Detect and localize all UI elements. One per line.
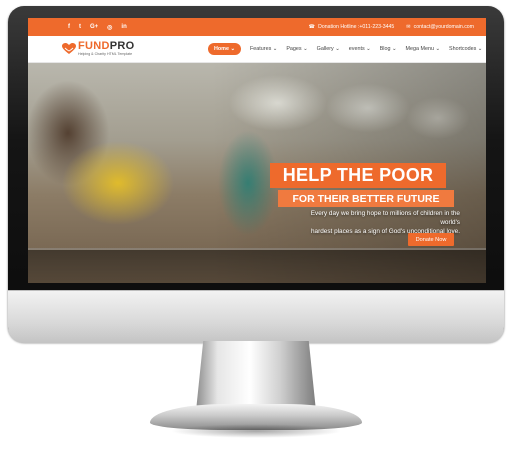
contact-info: ☎ Donation Hotline :+011-223-3445 ✉ cont… [309,18,474,36]
chevron-down-icon: ⌄ [303,46,308,52]
instagram-icon[interactable]: ◎ [107,24,112,31]
phone-icon: ☎ [308,24,316,30]
chevron-down-icon: ⌄ [391,46,397,52]
chevron-down-icon: ⌄ [366,46,371,52]
nav-label: Pages [286,46,302,52]
nav-item-gallery[interactable]: Gallery ⌄ [317,46,340,52]
nav-label: Home [214,46,229,52]
monitor-stand [196,341,316,411]
nav-item-features[interactable]: Features ⌄ [250,46,277,52]
nav-label: Shortcodes [449,46,477,52]
hero-description-line: Every day we bring hope to millions of c… [310,210,460,226]
nav-label: Gallery [316,46,334,52]
chevron-down-icon: ⌄ [335,46,340,52]
nav-item-mega-menu[interactable]: Mega Menu ⌄ [406,46,441,52]
nav-item-events[interactable]: events ⌄ [349,46,371,52]
email[interactable]: ✉ contact@yourdomain.com [406,24,474,30]
twitter-icon[interactable]: t [79,24,81,30]
chevron-down-icon: ⌄ [477,46,483,52]
linkedin-icon[interactable]: in [121,24,126,30]
hero-slider: HELP THE POOR FOR THEIR BETTER FUTURE Ev… [28,63,486,283]
chevron-down-icon: ⌄ [435,46,441,52]
nav-label: Features [250,46,272,52]
brand-tagline: Helping & Charity HTML Template [78,52,133,56]
monitor-shadow [170,424,342,438]
website-screen: f t G+ ◎ in ☎ Donation Hotline :+011-223… [28,18,486,283]
brand-name: FUNDPRO [78,40,135,52]
hero-subtitle: FOR THEIR BETTER FUTURE [278,190,454,207]
facebook-icon[interactable]: f [68,24,70,30]
nav-menu: Home ⌄ Features ⌄ Pages ⌄ Gallery ⌄ even… [208,36,482,62]
heart-hands-icon [62,43,76,54]
chevron-down-icon: ⌄ [230,46,236,52]
donate-now-button[interactable]: Donate Now [408,233,454,246]
hero-photo-strip [28,248,486,283]
hero-description: Every day we bring hope to millions of c… [290,209,460,236]
nav-item-blog[interactable]: Blog ⌄ [380,46,397,52]
nav-item-pages[interactable]: Pages ⌄ [286,46,307,52]
nav-label: events [348,46,365,52]
social-links: f t G+ ◎ in [68,18,127,36]
top-bar: f t G+ ◎ in ☎ Donation Hotline :+011-223… [28,18,486,36]
brand-main: FUND [78,40,110,52]
hotline: ☎ Donation Hotline :+011-223-3445 [309,24,395,30]
envelope-icon: ✉ [406,24,411,30]
chevron-down-icon: ⌄ [272,46,278,52]
hero-title: HELP THE POOR [270,163,446,188]
main-navbar: FUNDPRO Helping & Charity HTML Template … [28,36,486,63]
google-plus-icon[interactable]: G+ [90,24,98,30]
nav-item-home[interactable]: Home ⌄ [208,43,242,55]
monitor-chin [8,290,504,343]
email-text[interactable]: contact@yourdomain.com [414,24,474,30]
nav-label: Mega Menu [405,46,434,52]
hotline-text: Donation Hotline :+011-223-3445 [318,24,395,30]
nav-label: Blog [379,46,391,52]
nav-item-shortcodes[interactable]: Shortcodes ⌄ [449,46,482,52]
brand-accent: PRO [109,40,135,52]
